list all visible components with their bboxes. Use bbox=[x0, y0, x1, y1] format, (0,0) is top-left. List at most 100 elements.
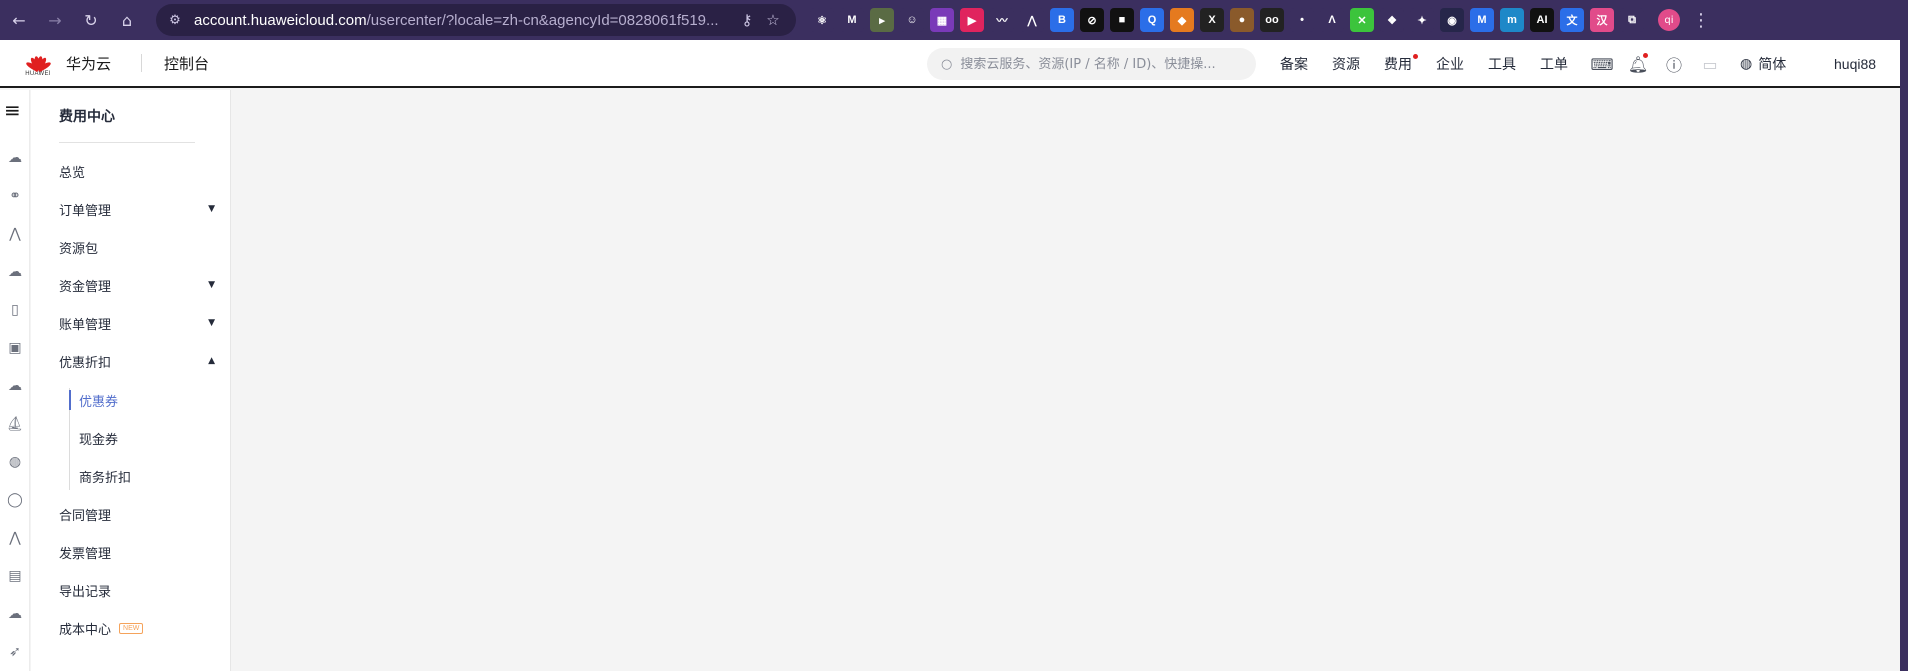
menu-item-funds[interactable]: 资金管理 ▼ bbox=[59, 273, 219, 297]
console-link[interactable]: 控制台 bbox=[164, 53, 209, 74]
menu-item-label: 导出记录 bbox=[59, 584, 112, 600]
new-badge: NEW bbox=[119, 622, 144, 634]
billing-notification-dot bbox=[1413, 54, 1418, 59]
bell-icon[interactable]: 🔔︎ bbox=[1626, 40, 1650, 88]
puzzle-icon[interactable]: ⧉ bbox=[1620, 8, 1644, 32]
grid-ext-icon[interactable]: ▦ bbox=[930, 8, 954, 32]
tag-ext-icon[interactable]: ▸ bbox=[870, 8, 894, 32]
key-icon[interactable]: ⚷ bbox=[734, 11, 760, 29]
menu-item-orders[interactable]: 订单管理 ▼ bbox=[59, 197, 219, 221]
username[interactable]: huqi88 bbox=[1834, 40, 1876, 88]
x-ext-icon[interactable]: X bbox=[1200, 8, 1224, 32]
green-ext-icon[interactable]: ✕ bbox=[1350, 8, 1374, 32]
submenu-item-cash-coupons[interactable]: 现金券 bbox=[79, 426, 118, 450]
m-ext-icon[interactable]: M bbox=[840, 8, 864, 32]
red-ext-icon[interactable]: 汉 bbox=[1590, 8, 1614, 32]
language-switch[interactable]: ◍ 简体 bbox=[1740, 40, 1786, 88]
nav-tools[interactable]: 工具 bbox=[1488, 40, 1516, 88]
fox-ext-icon[interactable]: ◆ bbox=[1170, 8, 1194, 32]
b-ext-icon[interactable]: B bbox=[1050, 8, 1074, 32]
bot-ext-icon[interactable]: ☺ bbox=[900, 8, 924, 32]
logo-wordmark: HUAWEI bbox=[25, 70, 51, 77]
submenu-item-business-discount[interactable]: 商务折扣 bbox=[79, 464, 131, 488]
cloud-gear-icon[interactable]: ☁ bbox=[5, 604, 25, 624]
nav-billing[interactable]: 费用 bbox=[1384, 40, 1418, 88]
feedback-icon[interactable]: ▭ bbox=[1698, 40, 1722, 88]
translate-ext-icon[interactable]: 文 bbox=[1560, 8, 1584, 32]
network-icon[interactable]: ⋀ bbox=[5, 224, 25, 244]
globe-service-icon[interactable]: ◍ bbox=[5, 452, 25, 472]
menu-item-packages[interactable]: 资源包 bbox=[59, 235, 219, 259]
nav-beian[interactable]: 备案 bbox=[1280, 40, 1308, 88]
submenu-item-coupons[interactable]: 优惠券 bbox=[79, 388, 118, 412]
wave-ext-icon[interactable]: 〰 bbox=[990, 8, 1014, 32]
global-search[interactable]: ○ bbox=[927, 48, 1256, 80]
q-ext-icon[interactable]: Q bbox=[1140, 8, 1164, 32]
nav-tickets[interactable]: 工单 bbox=[1540, 40, 1568, 88]
cloud-service-icon[interactable]: ☁ bbox=[5, 148, 25, 168]
dot-ext-icon[interactable]: • bbox=[1290, 8, 1314, 32]
profile-avatar[interactable]: qi bbox=[1658, 9, 1680, 31]
extensions-row: ⚛ M ▸ ☺ ▦ ▶ 〰 ⋀ B ⊘ ■ Q ◆ X ● oo • Λ ✕ ❖ ✦ ◉ Mm AI 文汉 ⧉ bbox=[810, 8, 1644, 32]
database-cloud-icon[interactable]: ☁ bbox=[5, 262, 25, 282]
arrow-ext-icon[interactable]: ⋀ bbox=[1020, 8, 1044, 32]
nav-enterprise[interactable]: 企业 bbox=[1436, 40, 1464, 88]
side-menu-divider bbox=[59, 142, 195, 143]
menu-item-label: 订单管理 bbox=[59, 203, 112, 219]
monitor-icon[interactable]: ⋀ bbox=[5, 528, 25, 548]
bookmark-star-icon[interactable]: ☆ bbox=[760, 11, 786, 29]
home-icon[interactable]: ⌂ bbox=[112, 5, 142, 35]
play-ext-icon[interactable]: ▶ bbox=[960, 8, 984, 32]
forward-icon[interactable]: → bbox=[40, 5, 70, 35]
storage-icon[interactable]: ▯ bbox=[5, 300, 25, 320]
caret-down-icon: ▼ bbox=[208, 280, 215, 290]
help-icon[interactable]: ⓘ bbox=[1662, 40, 1686, 88]
m-blue-ext-icon[interactable]: M bbox=[1470, 8, 1494, 32]
browser-menu-icon[interactable]: ⋮ bbox=[1692, 10, 1710, 31]
ip-icon[interactable]: ◯ bbox=[5, 490, 25, 510]
address-bar[interactable]: ⚙ account.huaweicloud.com/usercenter/?lo… bbox=[156, 4, 796, 36]
menu-item-label: 资源包 bbox=[59, 241, 99, 257]
reload-icon[interactable]: ↻ bbox=[76, 5, 106, 35]
menu-item-overview[interactable]: 总览 bbox=[59, 159, 219, 183]
a-ext-icon[interactable]: Λ bbox=[1320, 8, 1344, 32]
m-cyan-ext-icon[interactable]: m bbox=[1500, 8, 1524, 32]
search-input[interactable] bbox=[960, 56, 1246, 72]
cdn-cloud-icon[interactable]: ☁ bbox=[5, 376, 25, 396]
menu-item-label: 资金管理 bbox=[59, 279, 112, 295]
main-content-area bbox=[232, 90, 1900, 671]
site-info-icon[interactable]: ⚙ bbox=[166, 11, 184, 29]
menu-item-cost-center[interactable]: 成本中心 NEW bbox=[59, 616, 219, 640]
cluster-icon[interactable]: ⚭ bbox=[5, 186, 25, 206]
nav-resources[interactable]: 资源 bbox=[1332, 40, 1360, 88]
menu-item-label: 账单管理 bbox=[59, 317, 112, 333]
browser-nav-buttons: ← → ↻ ⌂ bbox=[4, 5, 142, 35]
square-ext-icon[interactable]: ■ bbox=[1110, 8, 1134, 32]
menu-item-exports[interactable]: 导出记录 bbox=[59, 578, 219, 602]
ai-ext-icon[interactable]: AI bbox=[1530, 8, 1554, 32]
huawei-logo[interactable]: HUAWEI bbox=[22, 50, 54, 77]
leaf-ext-icon[interactable]: ❖ bbox=[1380, 8, 1404, 32]
rocket-icon[interactable]: ➶ bbox=[5, 642, 25, 662]
menu-item-invoices[interactable]: 发票管理 bbox=[59, 540, 219, 564]
goggles-ext-icon[interactable]: oo bbox=[1260, 8, 1284, 32]
menu-item-bills[interactable]: 账单管理 ▼ bbox=[59, 311, 219, 335]
url-text[interactable]: account.huaweicloud.com/usercenter/?loca… bbox=[194, 12, 734, 29]
document-icon[interactable]: ▤ bbox=[5, 566, 25, 586]
backup-icon[interactable]: ▣ bbox=[5, 338, 25, 358]
active-indicator bbox=[69, 390, 71, 410]
hamburger-menu-icon[interactable]: ≡ bbox=[4, 100, 24, 120]
slash-ext-icon[interactable]: ⊘ bbox=[1080, 8, 1104, 32]
menu-item-label: 优惠折扣 bbox=[59, 355, 112, 371]
brand-name[interactable]: 华为云 bbox=[66, 53, 111, 74]
menu-item-contracts[interactable]: 合同管理 bbox=[59, 502, 219, 526]
circle-ext-icon[interactable]: ◉ bbox=[1440, 8, 1464, 32]
sail-icon[interactable]: ⛵︎ bbox=[5, 414, 25, 434]
react-devtools-icon[interactable]: ⚛ bbox=[810, 8, 834, 32]
caret-down-icon: ▼ bbox=[208, 204, 215, 214]
terminal-icon[interactable]: ⌨ bbox=[1590, 40, 1614, 88]
back-icon[interactable]: ← bbox=[4, 5, 34, 35]
menu-item-discounts[interactable]: 优惠折扣 ▲ bbox=[59, 349, 219, 373]
cookie-ext-icon[interactable]: ● bbox=[1230, 8, 1254, 32]
kite-ext-icon[interactable]: ✦ bbox=[1410, 8, 1434, 32]
